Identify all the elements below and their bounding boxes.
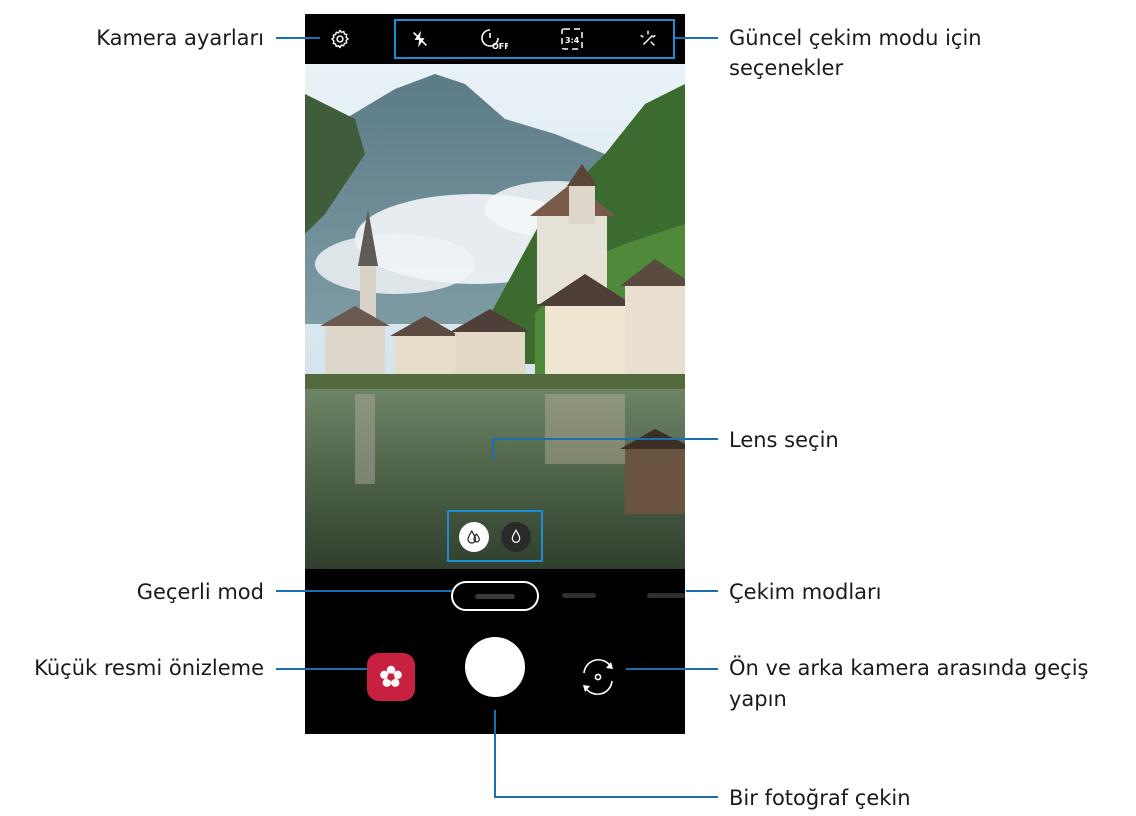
label-shooting-modes: Çekim modları (729, 580, 882, 604)
bottom-controls (305, 619, 685, 734)
gallery-thumbnail-icon[interactable] (367, 653, 415, 701)
current-mode-placeholder (475, 594, 515, 599)
label-options-line1: Güncel çekim modu için (729, 26, 982, 50)
standard-lens-icon[interactable] (501, 522, 531, 552)
label-options-line2: seçenekler (729, 56, 844, 80)
camera-viewfinder[interactable] (305, 64, 685, 569)
current-mode-pill[interactable] (451, 581, 539, 611)
label-camera-settings: Kamera ayarları (96, 26, 264, 50)
mode-option[interactable] (647, 593, 685, 598)
camera-screen: OFF 3:4 (305, 14, 685, 734)
label-take-photo: Bir fotoğraf çekin (729, 786, 911, 810)
label-switch-camera-line1: Ön ve arka kamera arasında geçiş (729, 656, 1089, 680)
mode-option[interactable] (562, 593, 596, 598)
label-current-mode: Geçerli mod (136, 580, 264, 604)
landscape-preview (305, 64, 685, 569)
label-thumbnail-preview: Küçük resmi önizleme (34, 656, 264, 680)
shutter-button[interactable] (465, 637, 525, 697)
gear-icon[interactable] (327, 26, 353, 52)
options-highlight-box (394, 19, 675, 59)
label-switch-camera-line2: yapın (729, 687, 787, 711)
switch-camera-icon[interactable] (575, 654, 621, 700)
mode-bar (305, 569, 685, 619)
wide-lens-icon[interactable] (459, 522, 489, 552)
label-select-lens: Lens seçin (729, 428, 839, 452)
